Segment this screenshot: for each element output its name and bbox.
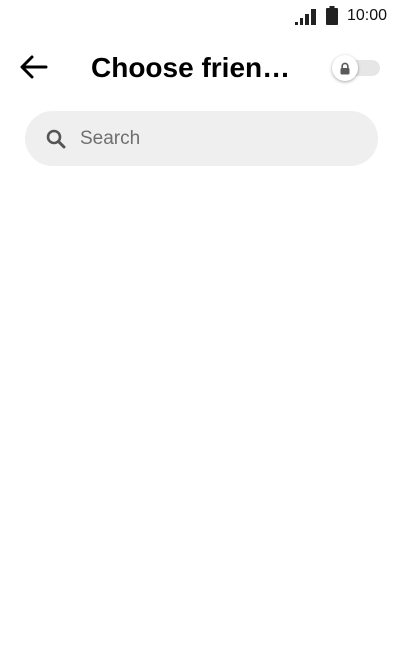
- header: Choose frien…: [0, 40, 403, 96]
- back-button[interactable]: [14, 49, 54, 85]
- search-input[interactable]: [80, 127, 360, 150]
- friends-list: [0, 180, 403, 672]
- toggle-thumb: [332, 55, 358, 81]
- lock-icon: [340, 62, 350, 74]
- status-time: 10:00: [347, 7, 388, 24]
- search-icon: [45, 128, 67, 150]
- search-bar[interactable]: [25, 111, 378, 166]
- status-bar: 10:00: [0, 0, 403, 32]
- page-title: Choose frien…: [91, 52, 291, 83]
- battery-icon: [326, 6, 338, 25]
- back-arrow-icon: [20, 55, 48, 79]
- signal-icon: [295, 9, 316, 25]
- private-toggle[interactable]: [330, 54, 382, 82]
